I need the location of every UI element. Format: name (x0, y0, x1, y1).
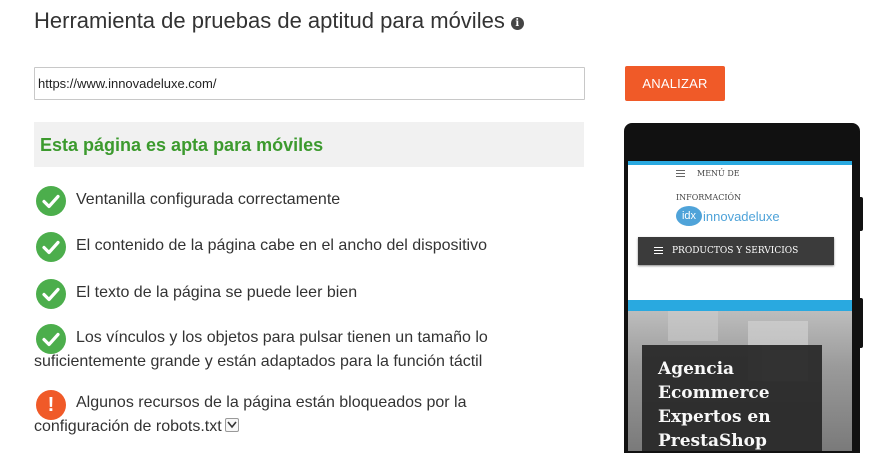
phone-side-button (858, 298, 863, 348)
phone-screen-preview: MENÚ DE INFORMACIÓN idx innovadeluxe PROD… (628, 161, 852, 451)
logo-badge: idx (676, 206, 702, 226)
preview-top-bar (628, 161, 852, 165)
preview-products-label: PRODUCTOS Y SERVICIOS (672, 246, 799, 256)
check-item: Ventanilla configurada correctamente (76, 191, 341, 208)
expand-dropdown-button[interactable] (224, 418, 239, 432)
menu-icon (676, 173, 685, 174)
preview-hero: Agencia Ecommerce Expertos en PrestaShop (628, 311, 852, 451)
warning-item-text: Algunos recursos de la página están bloq… (34, 394, 467, 435)
hero-box: Agencia Ecommerce Expertos en PrestaShop (642, 345, 822, 451)
preview-logo: idx innovadeluxe (676, 206, 780, 228)
result-banner: Esta página es apta para móviles (34, 122, 584, 167)
preview-blue-bar (628, 300, 852, 311)
info-icon[interactable]: i (510, 17, 524, 30)
preview-menu-label: MENÚ DE (697, 169, 740, 178)
result-title: Esta página es apta para móviles (40, 135, 324, 155)
preview-info-label: INFORMACIÓN (676, 193, 742, 202)
phone-side-button (858, 197, 863, 231)
check-item: El contenido de la página cabe en el anc… (76, 237, 487, 254)
page-title: Herramienta de pruebas de aptitud para m… (34, 8, 524, 34)
check-icon (36, 186, 66, 216)
analyze-button[interactable]: ANALIZAR (625, 66, 725, 101)
check-icon (36, 232, 66, 262)
check-icon (36, 279, 66, 309)
preview-menu: MENÚ DE (676, 169, 740, 178)
page-title-text: Herramienta de pruebas de aptitud para m… (34, 8, 505, 33)
logo-text: innovadeluxe (703, 208, 780, 224)
preview-products-bar: PRODUCTOS Y SERVICIOS (638, 237, 834, 265)
url-input[interactable] (34, 67, 585, 100)
warning-item: Algunos recursos de la página están bloq… (34, 391, 564, 439)
check-item: El texto de la página se puede leer bien (76, 284, 358, 301)
menu-icon (654, 249, 663, 251)
hero-background-shape (668, 311, 718, 341)
hero-title: Agencia Ecommerce Expertos en PrestaShop (658, 359, 771, 451)
check-item: Los vínculos y los objetos para pulsar t… (34, 329, 488, 370)
